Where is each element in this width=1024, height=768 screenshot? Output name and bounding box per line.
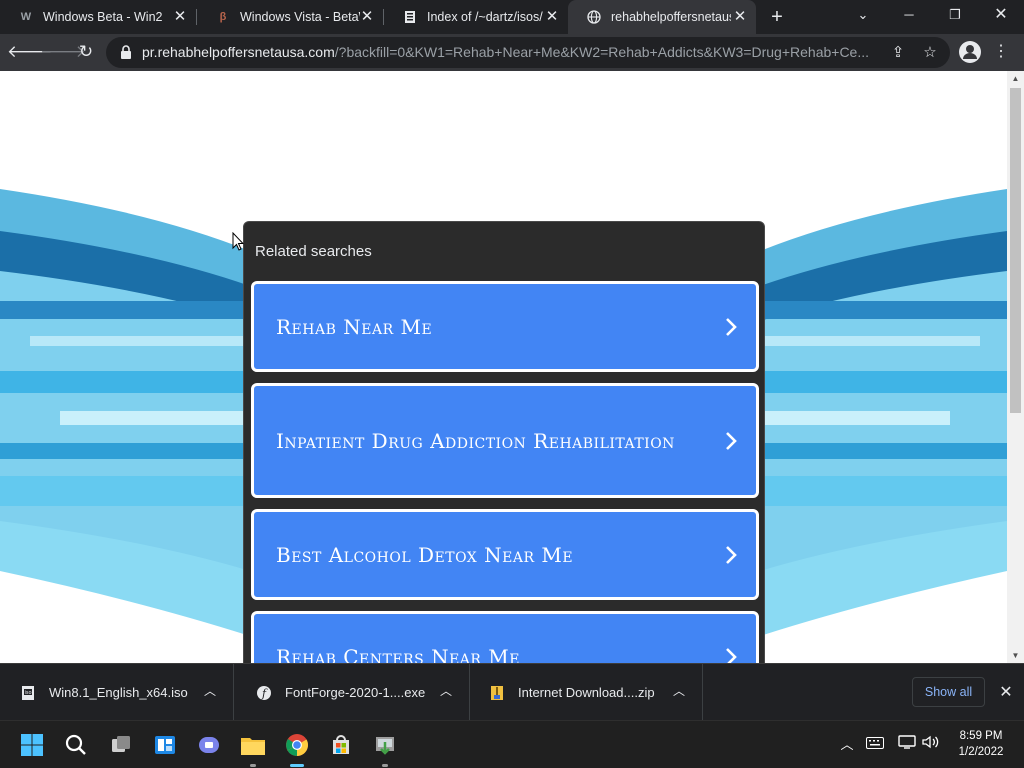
tab-title: rehabhelpoffersnetausa [611, 10, 731, 24]
volume-icon[interactable] [921, 735, 941, 755]
iso-file-icon: iso [20, 685, 36, 701]
active-indicator [290, 764, 304, 767]
download-filename: Internet Download....zip [518, 685, 655, 700]
download-filename: Win8.1_English_x64.iso [49, 685, 188, 700]
page-scrollbar[interactable]: ▲ ▼ [1007, 71, 1024, 663]
tab-windows-vista[interactable]: β Windows Vista - BetaW ✕ [197, 0, 383, 34]
browser-toolbar: 🡐 🡒 ↻ pr.rehabhelpoffersnetausa.com/?bac… [0, 34, 1024, 71]
teams-chat-icon[interactable] [193, 729, 225, 761]
svg-text:iso: iso [24, 690, 31, 696]
scroll-thumb[interactable] [1010, 88, 1021, 413]
widgets-icon[interactable] [149, 729, 181, 761]
related-searches-panel: Related searches Rehab Near Me Inpatient… [243, 221, 765, 663]
search-label: Rehab Centers Near Me [276, 644, 520, 664]
tab-windows-beta[interactable]: W Windows Beta - Win2B ✕ [0, 0, 196, 34]
url-path: /?backfill=0&KW1=Rehab+Near+Me&KW2=Rehab… [334, 44, 870, 60]
search-button-inpatient-drug-addiction[interactable]: Inpatient Drug Addiction Rehabilitation [251, 383, 759, 498]
network-icon[interactable] [897, 735, 917, 755]
microsoft-store-icon[interactable] [325, 729, 357, 761]
download-filename: FontForge-2020-1....exe [285, 685, 426, 700]
tab-search-chevron-icon[interactable]: ⌄ [840, 0, 886, 30]
forward-button[interactable]: 🡒 [40, 38, 86, 66]
lock-icon[interactable] [120, 45, 132, 59]
search-button-rehab-centers-near-me[interactable]: Rehab Centers Near Me [251, 611, 759, 663]
chrome-icon[interactable] [281, 729, 313, 767]
tab-title: Windows Beta - Win2B [43, 10, 163, 24]
installer-app-icon[interactable] [369, 729, 401, 767]
minimize-button[interactable]: ─ [886, 0, 932, 30]
close-window-button[interactable]: ✕ [978, 0, 1024, 30]
new-tab-button[interactable]: + [765, 5, 789, 29]
tab-strip: W Windows Beta - Win2B ✕ β Windows Vista… [0, 0, 1024, 34]
search-label: Best Alcohol Detox Near Me [276, 542, 574, 567]
search-button-best-alcohol-detox[interactable]: Best Alcohol Detox Near Me [251, 509, 759, 600]
chevron-right-icon [726, 545, 737, 564]
search-label: Rehab Near Me [276, 314, 433, 339]
tab-title: Index of /~dartz/isos/ [427, 10, 543, 24]
close-tab-icon[interactable]: ✕ [359, 9, 375, 25]
show-hidden-icons-chevron-icon[interactable]: ︿ [837, 735, 857, 755]
clock-time: 8:59 PM [959, 730, 1003, 742]
mouse-cursor-icon [232, 232, 244, 251]
search-button-rehab-near-me[interactable]: Rehab Near Me [251, 281, 759, 372]
fontforge-icon: f [256, 685, 272, 701]
chevron-right-icon [726, 431, 737, 450]
scroll-up-arrow-icon[interactable]: ▲ [1007, 71, 1024, 86]
bookmark-star-icon[interactable]: ☆ [919, 42, 941, 64]
server-favicon-icon [402, 9, 418, 25]
download-item-internet-download-zip[interactable]: Internet Download....zip ︿ [469, 664, 703, 721]
scroll-down-arrow-icon[interactable]: ▼ [1007, 648, 1024, 663]
search-icon[interactable] [60, 729, 92, 761]
download-item-win81-iso[interactable]: iso Win8.1_English_x64.iso ︿ [0, 664, 234, 721]
restore-button[interactable]: ❐ [932, 0, 978, 30]
chevron-up-icon[interactable]: ︿ [672, 684, 686, 698]
running-indicator [250, 764, 256, 767]
globe-favicon-icon [586, 9, 602, 25]
show-all-downloads-button[interactable]: Show all [912, 677, 985, 707]
tab-rehab-active[interactable]: rehabhelpoffersnetausa ✕ [568, 0, 756, 34]
tab-index-of-isos[interactable]: Index of /~dartz/isos/ ✕ [384, 0, 568, 34]
download-bar: iso Win8.1_English_x64.iso ︿ f FontForge… [0, 663, 1024, 721]
address-bar[interactable]: pr.rehabhelpoffersnetausa.com/?backfill=… [106, 37, 950, 68]
back-button[interactable]: 🡐 [7, 38, 53, 66]
close-download-bar-icon[interactable]: ✕ [996, 683, 1016, 703]
profile-avatar-icon[interactable] [959, 41, 981, 63]
page-viewport: Related searches Rehab Near Me Inpatient… [0, 71, 1007, 663]
w-favicon-icon: W [20, 11, 32, 23]
chevron-right-icon [726, 647, 737, 663]
chevron-up-icon[interactable]: ︿ [203, 684, 217, 698]
chevron-up-icon[interactable]: ︿ [439, 684, 453, 698]
start-windows-icon[interactable] [16, 729, 48, 761]
download-item-fontforge-exe[interactable]: f FontForge-2020-1....exe ︿ [236, 664, 470, 721]
panel-title: Related searches [255, 243, 372, 260]
close-tab-icon[interactable]: ✕ [172, 9, 188, 25]
close-tab-icon[interactable]: ✕ [732, 9, 748, 25]
url-text[interactable]: pr.rehabhelpoffersnetausa.com/?backfill=… [142, 44, 882, 60]
chevron-right-icon [726, 317, 737, 336]
tab-title: Windows Vista - BetaW [240, 10, 360, 24]
keyboard-icon[interactable] [865, 735, 885, 755]
menu-kebab-icon[interactable]: ⋮ [993, 40, 1009, 64]
zip-file-icon [489, 685, 505, 701]
running-indicator [382, 764, 388, 767]
reload-button[interactable]: ↻ [72, 38, 100, 66]
windows-taskbar: ︿ 8:59 PM 1/2/2022 [0, 720, 1024, 768]
file-explorer-icon[interactable] [237, 729, 269, 767]
betawiki-favicon-icon: β [219, 11, 227, 23]
url-host: pr.rehabhelpoffersnetausa.com [142, 44, 335, 60]
close-tab-icon[interactable]: ✕ [544, 9, 560, 25]
clock-date: 1/2/2022 [958, 746, 1004, 758]
search-label: Inpatient Drug Addiction Rehabilitation [276, 428, 675, 453]
system-clock[interactable]: 8:59 PM 1/2/2022 [948, 728, 1014, 760]
task-view-icon[interactable] [105, 729, 137, 761]
share-icon[interactable]: ⇪ [887, 42, 909, 64]
